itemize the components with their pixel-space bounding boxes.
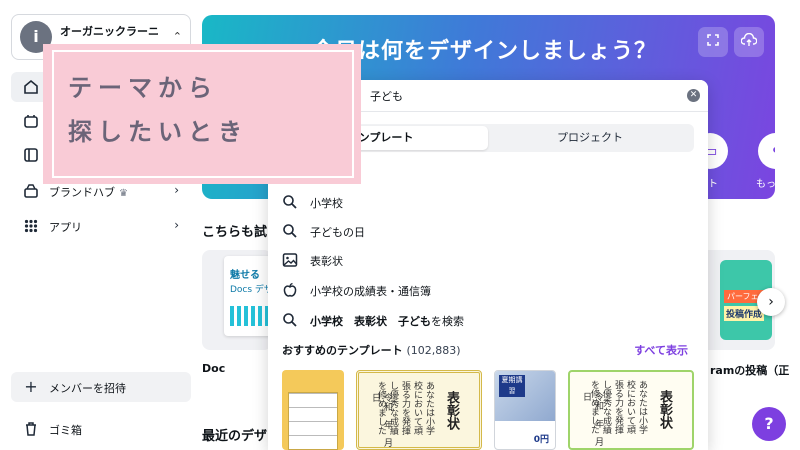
search-icon (282, 223, 298, 239)
template-title: 表彰状 (444, 391, 459, 430)
invite-label: メンバーを招待 (49, 382, 126, 395)
hero-title: 今日は何をデザインしましょう？ (312, 39, 658, 64)
template-thumb[interactable]: 夏期講習 0円 (494, 370, 556, 450)
suggestion-label: 小学校 (310, 197, 343, 210)
shortcut-more[interactable]: • (758, 133, 775, 169)
caption-line-1: テーマから (68, 74, 218, 102)
sidebar-item-label: アプリ (49, 221, 82, 234)
suggestion-item[interactable]: 子どもの日 (282, 219, 694, 243)
invite-members-button[interactable]: + メンバーを招待 (11, 372, 191, 402)
suggestion-item[interactable]: 小学校の成績表・通信簿 (282, 278, 694, 302)
section-title-try: こちらも試 (202, 225, 268, 240)
card-label-instagram: ramの投稿（正 (710, 364, 790, 377)
upload-button[interactable] (734, 27, 764, 57)
card-doc[interactable]: 魅せる Docs デザ (202, 250, 276, 350)
custom-size-button[interactable] (698, 27, 728, 57)
full-search-suffix: を検索 (431, 315, 464, 328)
template-thumb[interactable]: 表彰状 あなたは小学校において頑張る力を発揮し優秀な成績を修めました 令和 年 … (356, 370, 482, 450)
tab-projects[interactable]: プロジェクト (488, 126, 692, 150)
section-title-recent: 最近のデザ (202, 429, 268, 444)
shortcut-label: もっ (756, 179, 775, 190)
help-button[interactable]: ? (752, 407, 786, 441)
see-all-link[interactable]: すべて表示 (634, 342, 688, 358)
bar-graphic (230, 306, 270, 326)
suggestion-item[interactable]: 表彰状 (282, 248, 694, 272)
suggestion-item[interactable]: 小学校 (282, 190, 694, 214)
more-icon: • (771, 141, 775, 160)
caption-line-2: 探したいとき (68, 118, 248, 146)
image-icon (282, 252, 298, 268)
recommended-count: (102,883) (406, 344, 461, 357)
home-icon (23, 79, 39, 95)
apple-icon (282, 282, 298, 298)
chevron-right-icon: › (174, 218, 179, 232)
search-icon (282, 194, 298, 210)
sidebar-item-trash[interactable]: ゴミ箱 (11, 414, 191, 444)
clear-search-icon[interactable]: ✕ (687, 89, 700, 102)
suggestion-label: 子どもの日 (310, 226, 365, 239)
brand-hub-icon (23, 183, 39, 199)
template-date: 令和 年 月 日 (581, 392, 603, 448)
search-icon (282, 312, 298, 328)
crown-icon: ♛ (119, 188, 128, 199)
sidebar-item-apps[interactable]: アプリ › (11, 211, 191, 241)
projects-icon (23, 113, 39, 129)
trash-icon (23, 421, 39, 437)
plus-icon: + (24, 377, 38, 396)
card-label-doc: Doc (202, 362, 226, 375)
suggestion-label: 表彰状 (310, 255, 343, 268)
cloud-upload-icon (740, 32, 758, 51)
chevron-right-icon: › (768, 294, 774, 310)
full-search-item[interactable]: 小学校 表彰状 子どもを検索 (282, 308, 694, 332)
report-card-graphic (288, 392, 338, 450)
chevron-up-icon: ⌃ (172, 30, 182, 43)
sidebar-item-label: ブランドハブ (49, 186, 115, 199)
doc-thumb-subtitle: Docs デザ (230, 285, 273, 295)
question-icon: ? (764, 414, 774, 433)
chevron-right-icon: › (174, 183, 179, 197)
suggestion-label: 小学校の成績表・通信簿 (310, 285, 431, 298)
apps-icon (23, 218, 39, 234)
full-search-query: 小学校 表彰状 子ども (310, 315, 431, 328)
resize-icon (706, 33, 720, 51)
templates-icon (23, 147, 39, 163)
trash-label: ゴミ箱 (49, 424, 82, 437)
doc-thumb-title: 魅せる (230, 270, 260, 281)
carousel-next-button[interactable]: › (757, 288, 785, 316)
template-date: 令和 年 月 日 (370, 393, 392, 447)
template-price: 0円 (533, 435, 549, 445)
team-name: オーガニックラーニ (60, 25, 159, 38)
template-title: 夏期講習 (499, 375, 525, 397)
recommended-title: おすすめのテンプレート (282, 344, 403, 357)
template-title: 表彰状 (657, 390, 672, 429)
template-thumb[interactable]: 表彰状 あなたは小学校において頑張る力を発揮し優秀な成績を修めました 令和 年 … (568, 370, 694, 450)
template-thumb[interactable] (282, 370, 344, 450)
